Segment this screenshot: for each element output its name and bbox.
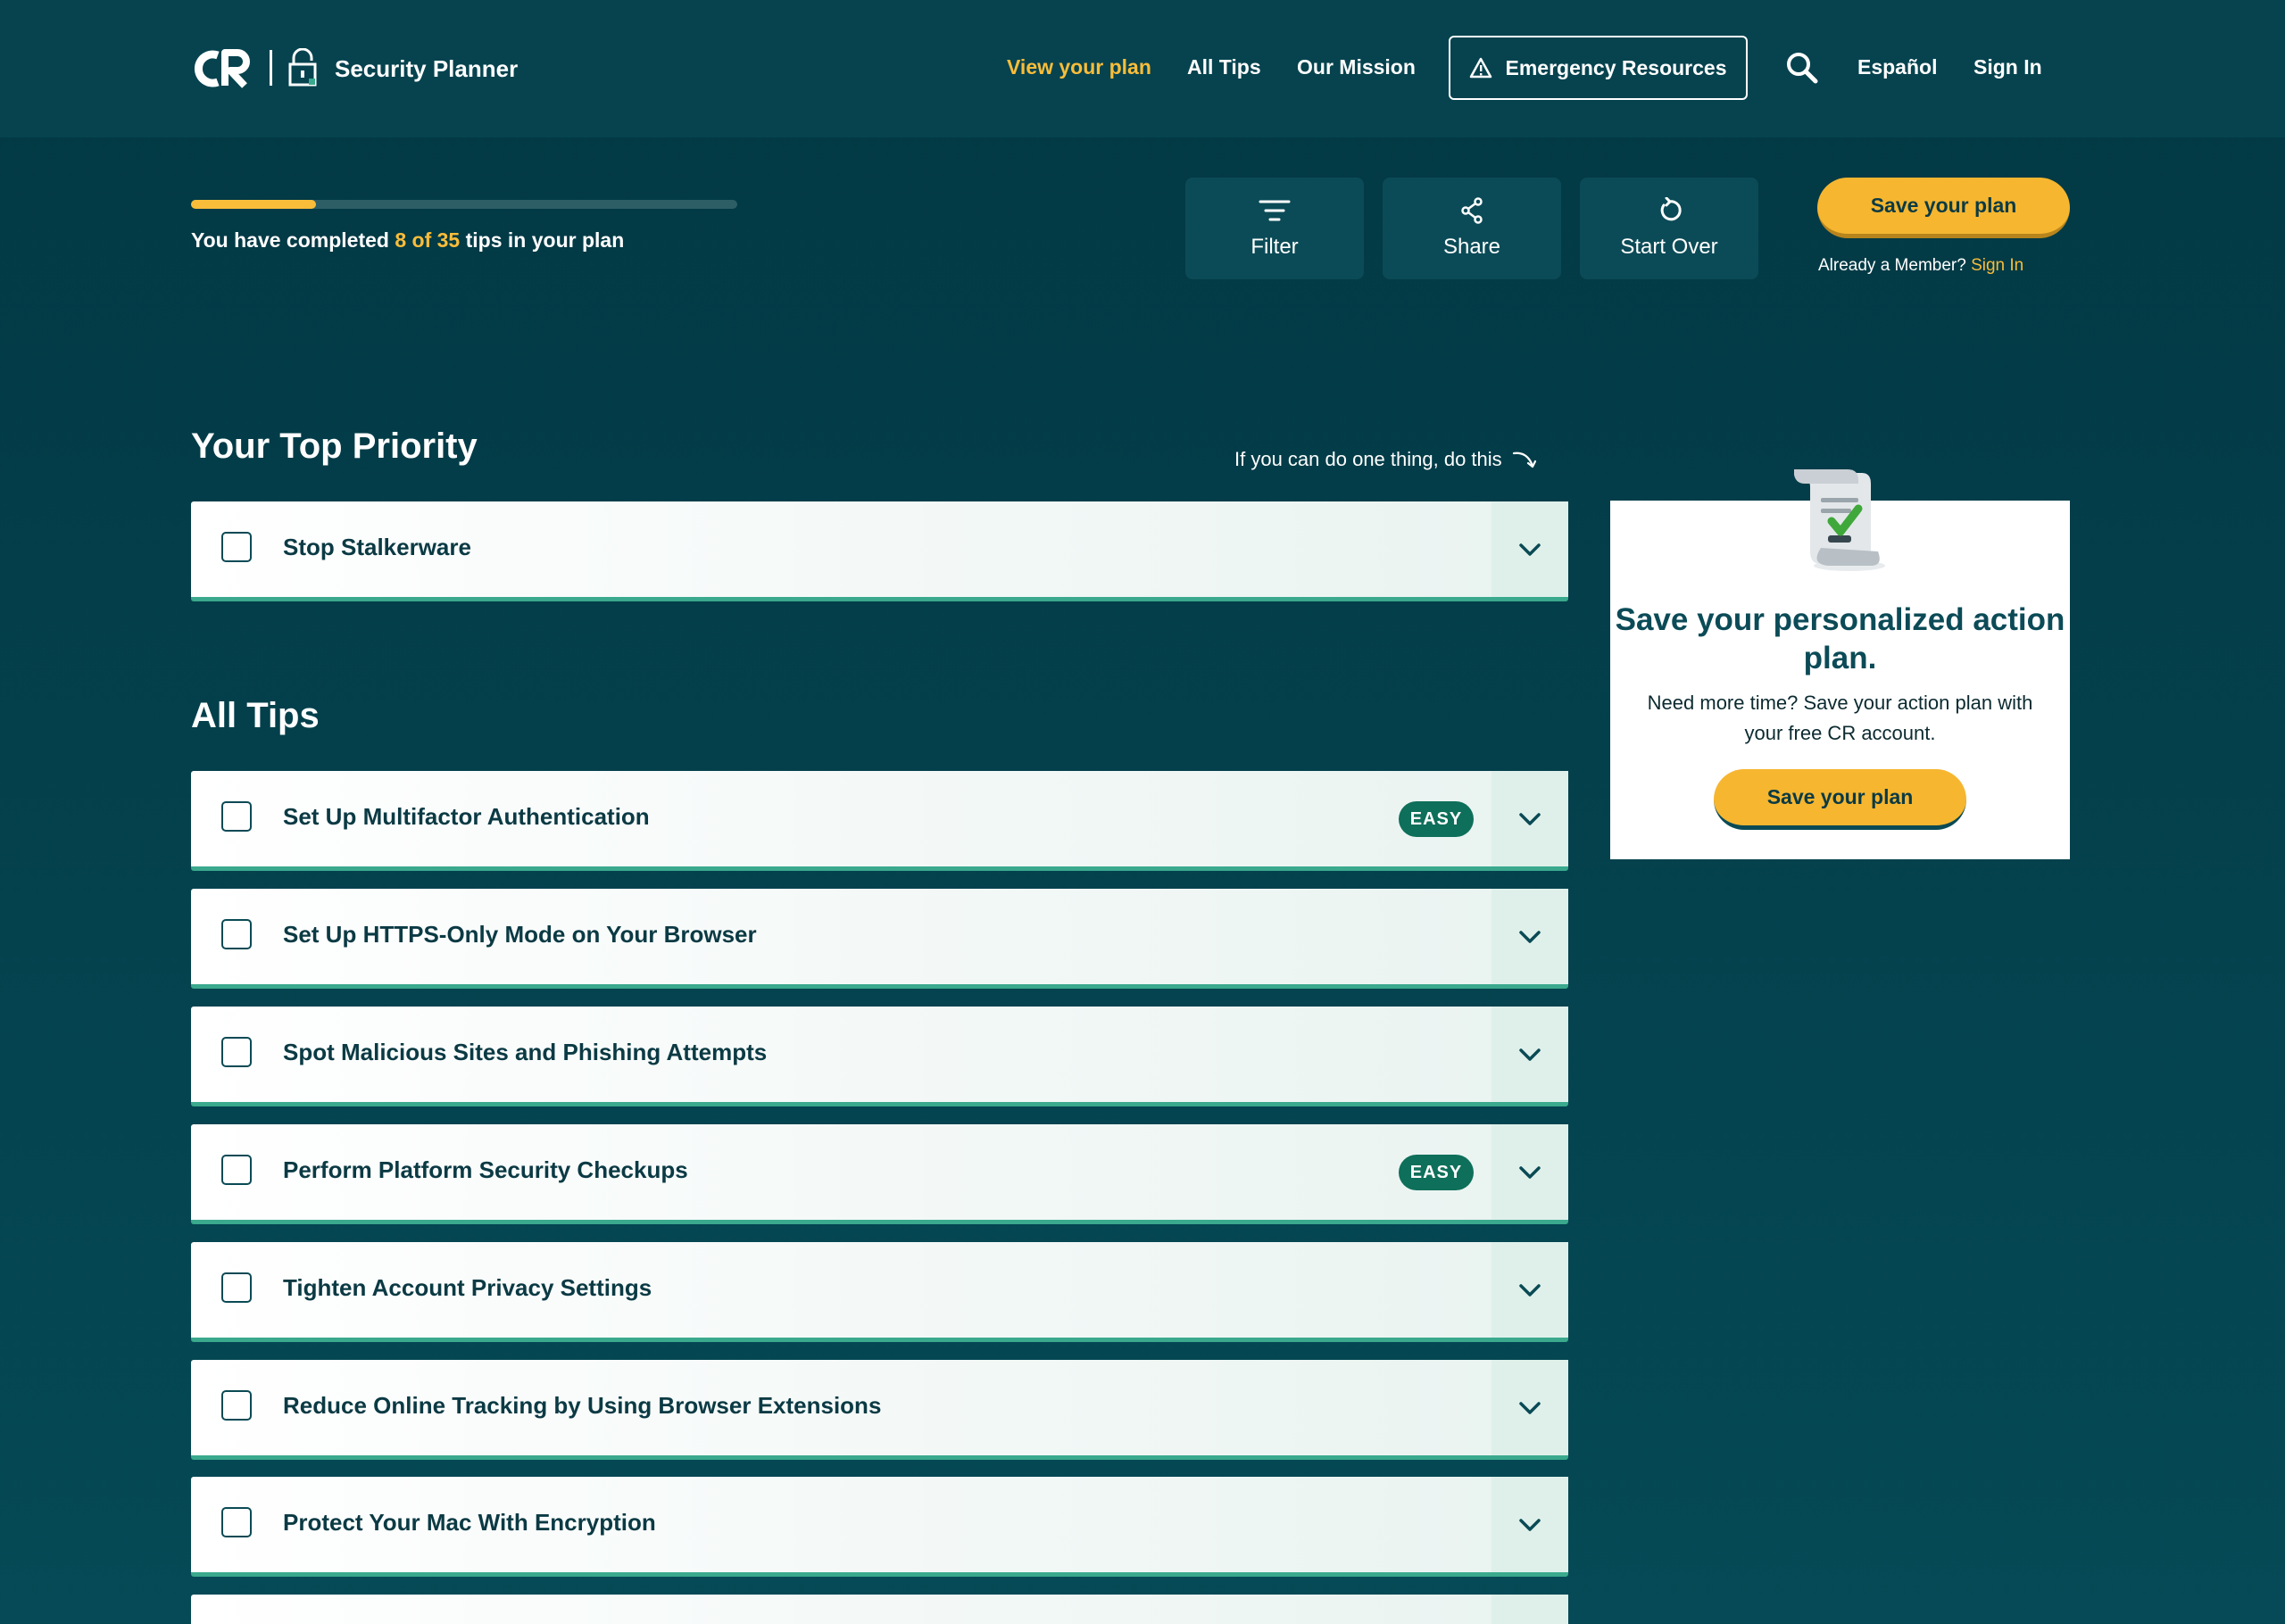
tip-expand-button[interactable] [1491,1242,1568,1338]
share-label: Share [1442,235,1501,259]
emergency-resources-label: Emergency Resources [1505,55,1727,79]
tip-checkbox[interactable] [221,1272,252,1303]
tip-title: Set Up HTTPS-Only Mode on Your Browser [283,921,757,948]
chevron-down-icon [1519,543,1541,556]
tip-title: Set Up Multifactor Authentication [283,803,650,830]
nav-sign-in[interactable]: Sign In [1973,55,2042,79]
tip-expand-button[interactable] [1491,501,1568,597]
tip-checkbox[interactable] [221,919,252,949]
chevron-down-icon [1519,1165,1541,1179]
logo-divider [270,50,272,86]
tip-title: Stop Stalkerware [283,534,471,560]
tip-card[interactable]: Protect Your Mac With Encryption [191,1477,1568,1577]
member-prompt-text: Already a Member? [1818,256,1972,275]
filter-icon [1259,200,1291,221]
refresh-icon [1660,197,1682,221]
share-button[interactable]: Share [1383,178,1561,279]
plan-progress-fill [191,200,316,209]
lock-icon [288,48,317,87]
progress-text-after: tips in your plan [460,228,625,252]
tip-title: Tighten Account Privacy Settings [283,1274,652,1301]
cr-logo[interactable] [191,48,252,89]
top-priority-hint: If you can do one thing, do this [1234,448,1538,471]
top-priority-tip[interactable]: Stop Stalkerware [191,501,1568,601]
plan-progress-bar [191,200,737,209]
tip-expand-button[interactable] [1491,1007,1568,1102]
panel-save-plan-button[interactable]: Save your plan [1714,769,1966,830]
tip-card[interactable]: Tighten Account Privacy Settings [191,1242,1568,1342]
tip-expand-button[interactable] [1491,1477,1568,1572]
difficulty-badge: EASY [1399,801,1474,837]
plan-progress-text: You have completed 8 of 35 tips in your … [191,228,624,253]
filter-button[interactable]: Filter [1185,178,1364,279]
chevron-down-icon [1519,1283,1541,1297]
member-sign-in-link[interactable]: Sign In [1971,256,2023,275]
tip-expand-button[interactable] [1491,1595,1568,1624]
tip-card[interactable]: Perform Platform Security Checkups EASY [191,1124,1568,1224]
chevron-down-icon [1519,1048,1541,1061]
nav-our-mission[interactable]: Our Mission [1297,55,1416,79]
save-plan-button[interactable]: Save your plan [1817,178,2070,238]
scroll-document-icon [1794,469,1885,571]
start-over-button[interactable]: Start Over [1580,178,1758,279]
share-icon [1461,197,1483,224]
member-prompt: Already a Member? Sign In [1818,256,2023,276]
save-plan-description: Need more time? Save your action plan wi… [1647,692,2033,744]
tip-checkbox[interactable] [221,1390,252,1421]
tip-expand-button[interactable] [1491,771,1568,866]
tip-checkbox[interactable] [221,532,252,562]
tip-checkbox[interactable] [221,1037,252,1067]
tip-expand-button[interactable] [1491,1360,1568,1455]
brand-name[interactable]: Security Planner [335,55,518,83]
top-priority-hint-text: If you can do one thing, do this [1234,448,1502,470]
nav-view-plan[interactable]: View your plan [1007,55,1151,79]
tip-checkbox[interactable] [221,1155,252,1185]
progress-text-before: You have completed [191,228,395,252]
curved-arrow-icon [1512,452,1536,468]
difficulty-badge: EASY [1399,1155,1474,1190]
chevron-down-icon [1519,930,1541,943]
all-tips-heading: All Tips [191,696,320,735]
top-navigation: Security Planner View your plan All Tips… [0,0,2285,137]
tip-card[interactable]: Reduce Online Tracking by Using Browser … [191,1360,1568,1460]
tip-expand-button[interactable] [1491,889,1568,984]
tip-card[interactable] [191,1595,1568,1624]
top-priority-heading: Your Top Priority [191,427,478,466]
nav-language[interactable]: Español [1857,55,1937,79]
tip-checkbox[interactable] [221,1507,252,1537]
tip-checkbox[interactable] [221,801,252,832]
tip-card[interactable]: Spot Malicious Sites and Phishing Attemp… [191,1007,1568,1106]
emergency-resources-button[interactable]: Emergency Resources [1449,36,1748,100]
chevron-down-icon [1519,1401,1541,1414]
chevron-down-icon [1519,1518,1541,1531]
start-over-label: Start Over [1620,235,1718,259]
tip-title: Reduce Online Tracking by Using Browser … [283,1392,882,1419]
nav-all-tips[interactable]: All Tips [1187,55,1261,79]
save-plan-heading: Save your personalized action plan. [1615,602,2065,675]
tip-title: Protect Your Mac With Encryption [283,1509,656,1536]
chevron-down-icon [1519,812,1541,825]
filter-label: Filter [1251,235,1299,259]
search-icon[interactable] [1784,50,1820,86]
tip-expand-button[interactable] [1491,1124,1568,1220]
tip-title: Spot Malicious Sites and Phishing Attemp… [283,1039,768,1065]
tip-card[interactable]: Set Up Multifactor Authentication EASY [191,771,1568,871]
progress-count: 8 of 35 [395,228,461,252]
tip-card[interactable]: Set Up HTTPS-Only Mode on Your Browser [191,889,1568,989]
warning-triangle-icon [1470,57,1492,79]
tip-title: Perform Platform Security Checkups [283,1156,688,1183]
